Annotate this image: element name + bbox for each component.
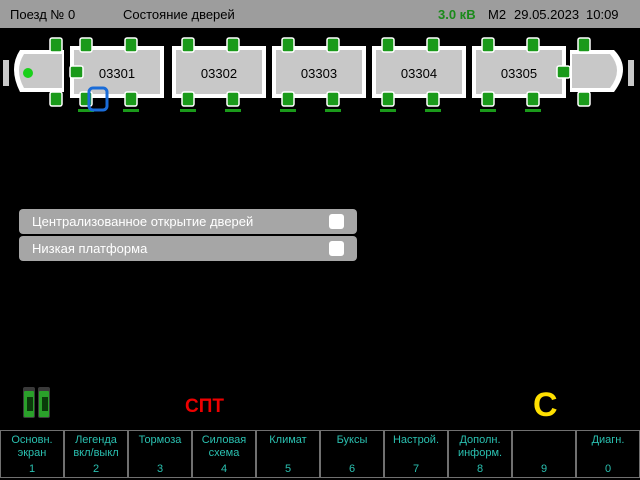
fkey-5[interactable]: Климат 5 (256, 430, 320, 478)
c-indicator: C (533, 386, 558, 424)
fkey-number: 7 (412, 463, 420, 475)
door-icon (181, 91, 195, 107)
fkey-number: 2 (92, 463, 100, 475)
mode-indicator: М2 (488, 7, 507, 22)
fkey-7[interactable]: Настрой. 7 (384, 430, 448, 478)
battery-icon (23, 387, 35, 418)
cab-door-icon (556, 65, 571, 79)
car-number: 03303 (301, 66, 337, 81)
door-icon (281, 37, 295, 53)
door-icon (481, 37, 495, 53)
door-icon (526, 37, 540, 53)
fkey-number: 8 (476, 463, 484, 475)
door-indicator (425, 109, 441, 112)
fkey-8[interactable]: Дополн. информ. 8 (448, 430, 512, 478)
fkey-label: Климат (269, 434, 307, 446)
date: 29.05.2023 (514, 7, 580, 22)
option-label: Низкая платформа (32, 241, 148, 256)
door-icon (326, 37, 340, 53)
fkey-0[interactable]: Диагн. 0 (576, 430, 640, 478)
door-indicator (123, 109, 139, 112)
option-low-platform[interactable]: Низкая платформа (19, 236, 357, 261)
door-icon (426, 91, 440, 107)
door-indicator (525, 109, 541, 112)
door-indicator (480, 109, 496, 112)
door-icon (381, 37, 395, 53)
fkey-number: 9 (540, 463, 548, 475)
fkey-label: Основн. экран (11, 434, 53, 459)
door-indicator (180, 109, 196, 112)
door-icon (49, 91, 63, 107)
fkey-2[interactable]: Легенда вкл/выкл 2 (64, 430, 128, 478)
fkey-9[interactable]: 9 (512, 430, 576, 478)
fkey-label: Настрой. (392, 434, 440, 446)
fkey-label: Силовая схема (201, 434, 247, 459)
cab-body (572, 54, 617, 88)
fkey-label: Буксы (336, 434, 368, 446)
header-bar: Поезд № 0 Состояние дверей 3.0 кВ М2 29.… (0, 0, 640, 28)
door-icon (381, 91, 395, 107)
door-indicator (280, 109, 296, 112)
door-icon (481, 91, 495, 107)
status-lamp-icon (23, 68, 33, 78)
fkey-number: 4 (220, 463, 228, 475)
train-number: Поезд № 0 (10, 7, 76, 22)
door-icon (181, 37, 195, 53)
spt-indicator: СПТ (185, 396, 224, 417)
door-icon (326, 91, 340, 107)
battery-icon (38, 387, 50, 418)
fkey-label: Диагн. (591, 434, 625, 446)
door-indicator (380, 109, 396, 112)
door-icon (577, 91, 591, 107)
car-number: 03304 (401, 66, 437, 81)
coupler (628, 60, 634, 86)
car-number: 03302 (201, 66, 237, 81)
fkey-number: 6 (348, 463, 356, 475)
train-diagram: 03301 03302 03303 03304 03305 (3, 37, 634, 112)
fkey-4[interactable]: Силовая схема 4 (192, 430, 256, 478)
door-icon (577, 37, 591, 53)
fkey-number: 5 (284, 463, 292, 475)
fkey-label: Легенда вкл/выкл (73, 434, 119, 459)
door-icon (49, 37, 63, 53)
door-icon (226, 37, 240, 53)
door-icon (281, 91, 295, 107)
door-icon (526, 91, 540, 107)
fkey-label: Тормоза (138, 434, 182, 446)
fkey-number: 1 (28, 463, 36, 475)
option-label: Централизованное открытие дверей (32, 214, 254, 229)
door-icon (124, 37, 138, 53)
door-icon (79, 37, 93, 53)
fkey-number: 0 (604, 463, 612, 475)
page-title: Состояние дверей (123, 7, 235, 22)
door-icon (124, 91, 138, 107)
fkey-3[interactable]: Тормоза 3 (128, 430, 192, 478)
door-indicator (225, 109, 241, 112)
car-number: 03301 (99, 66, 135, 81)
door-icon (226, 91, 240, 107)
fkey-6[interactable]: Буксы 6 (320, 430, 384, 478)
time: 10:09 (586, 7, 619, 22)
checkbox[interactable] (329, 214, 344, 229)
option-centralized-door-opening[interactable]: Централизованное открытие дверей (19, 209, 357, 234)
fkey-label: Дополн. информ. (457, 434, 503, 459)
fkey-number: 3 (156, 463, 164, 475)
voltage-readout: 3.0 кВ (438, 7, 476, 22)
coupler (3, 60, 9, 86)
door-indicator (325, 109, 341, 112)
door-icon (426, 37, 440, 53)
fkey-1[interactable]: Основн. экран 1 (0, 430, 64, 478)
checkbox[interactable] (329, 241, 344, 256)
car-number: 03305 (501, 66, 537, 81)
cab-door-icon (69, 65, 84, 79)
